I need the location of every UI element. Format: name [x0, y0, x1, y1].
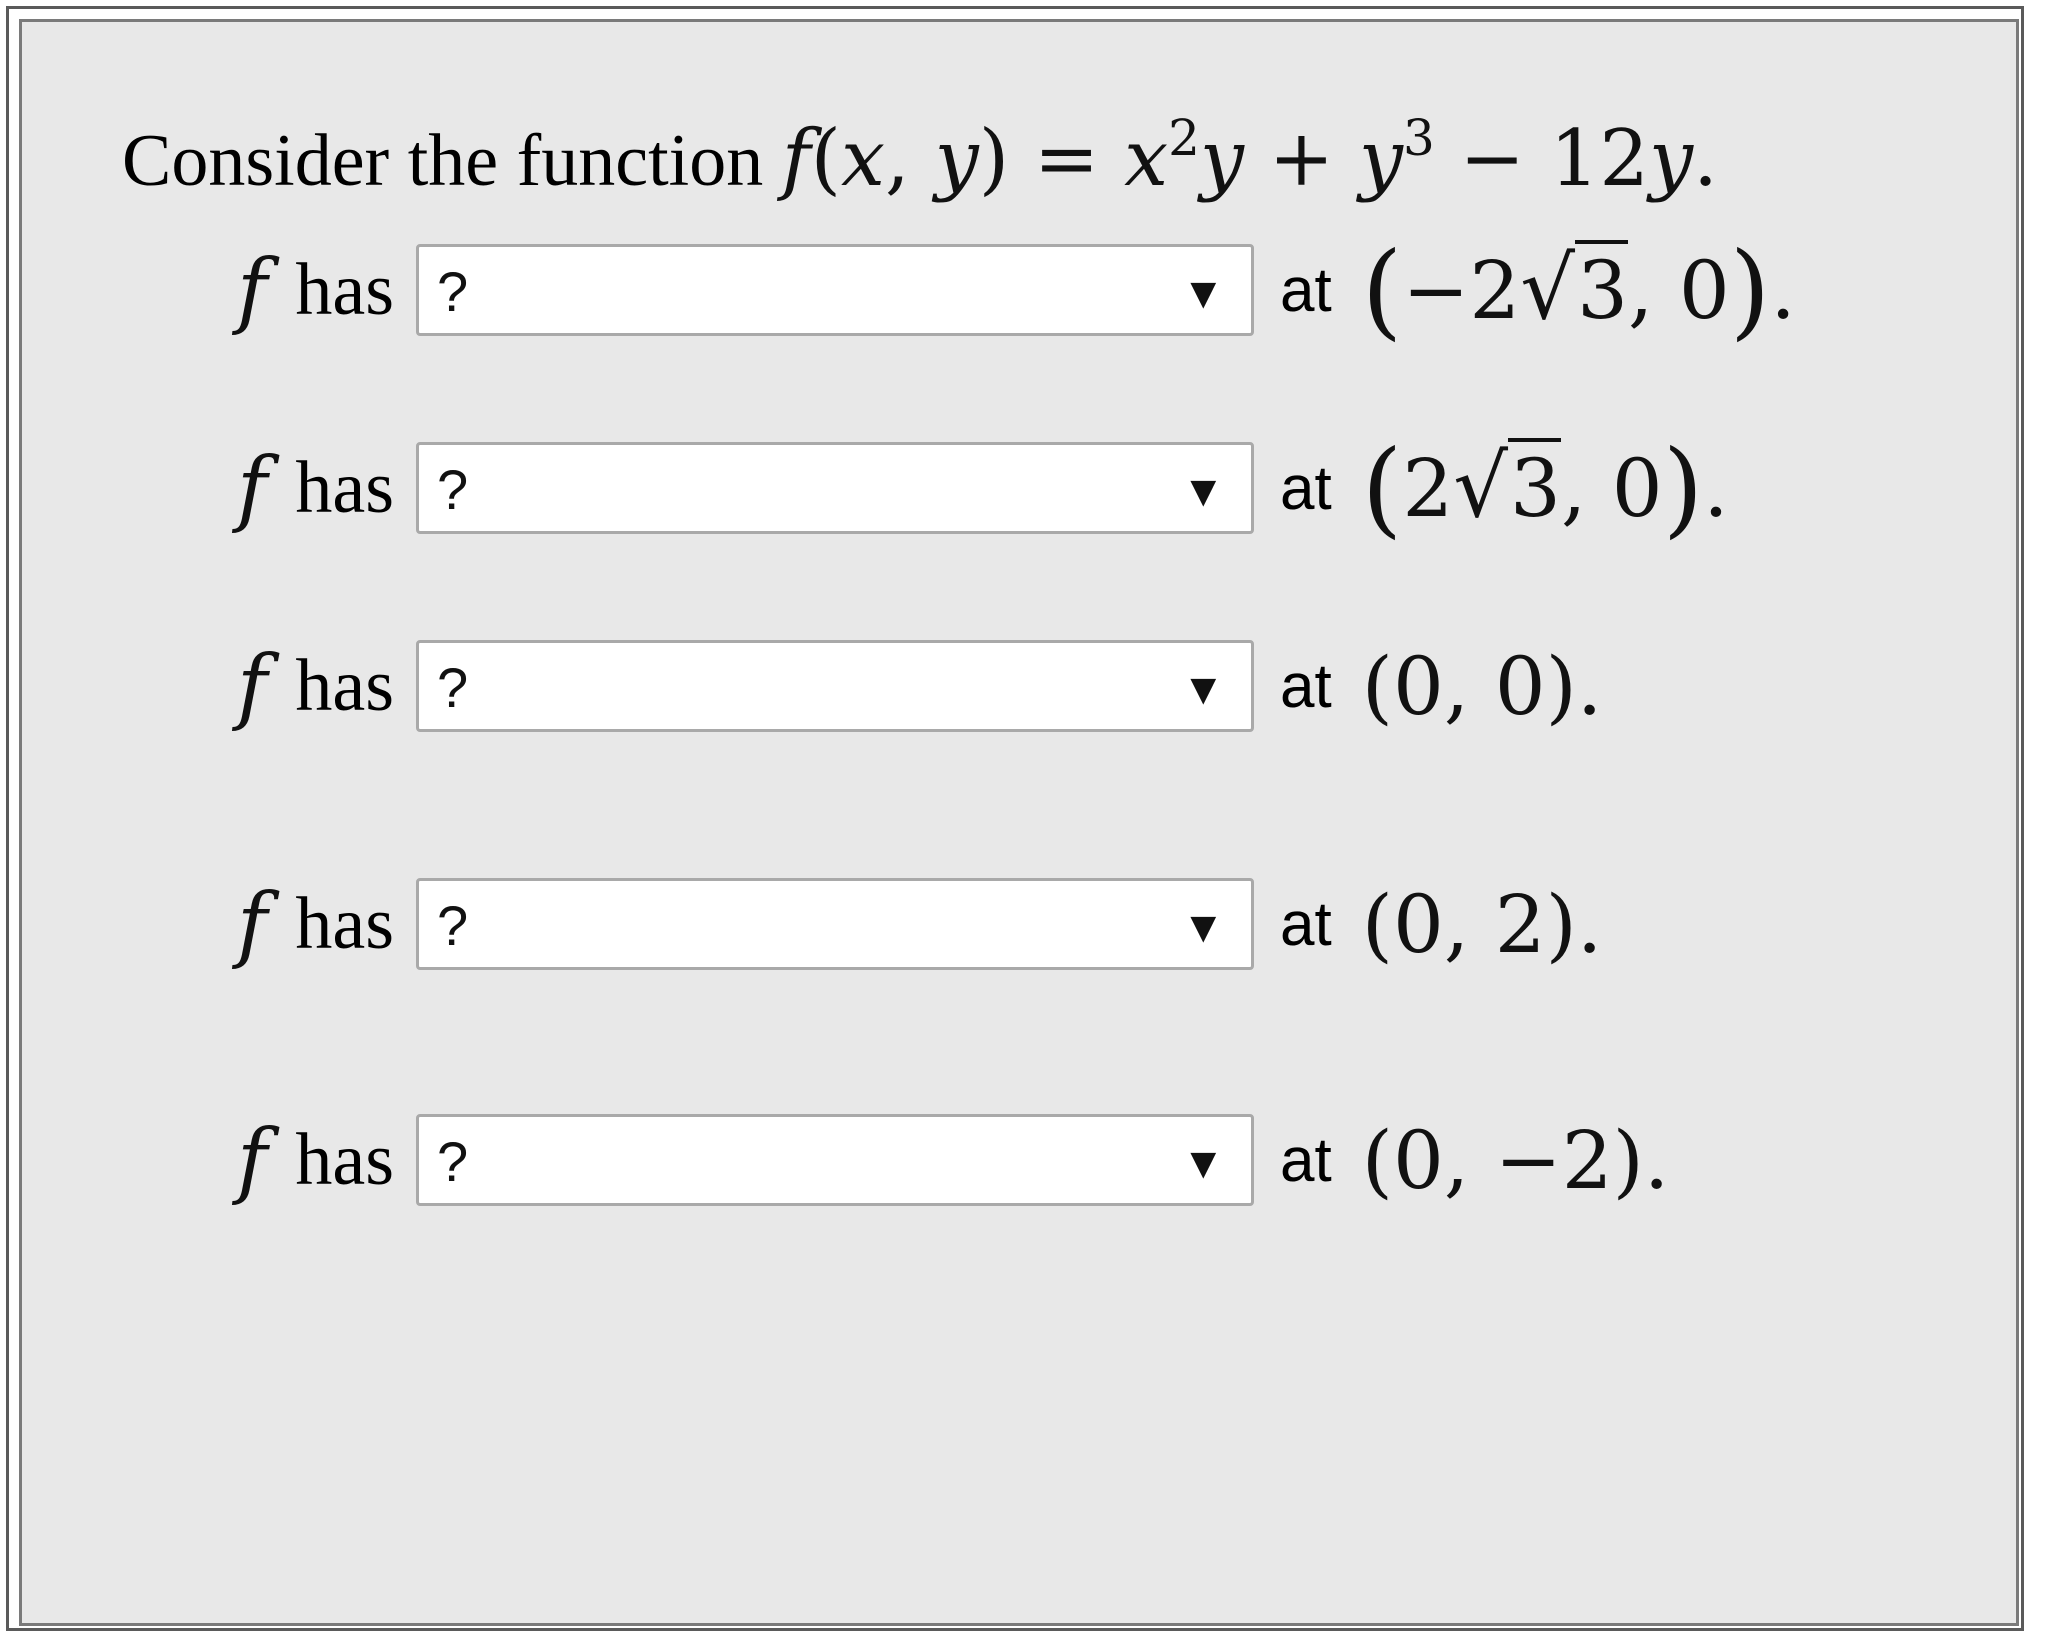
has-label: has	[295, 882, 395, 965]
at-label: at	[1280, 453, 1332, 523]
critical-point: (−2√3, 0).	[1361, 229, 1796, 351]
at-label: at	[1280, 255, 1332, 325]
select-value: ?	[437, 458, 469, 521]
has-label: has	[295, 446, 395, 529]
critical-point: (0, 0).	[1361, 639, 1603, 733]
dropdown-arrow-icon: ▼	[1181, 1139, 1226, 1188]
classification-row: f has ? ▼ at (0, −2).	[237, 1110, 1669, 1210]
at-label: at	[1280, 651, 1332, 721]
has-label: has	[295, 1118, 395, 1201]
point-type-select[interactable]: ? ▼	[416, 1114, 1255, 1206]
classification-row: f has ? ▼ at (0, 0).	[237, 636, 1602, 736]
function-expression: f(x, y) = x2y + y3 − 12y.	[781, 109, 1718, 204]
function-symbol: f	[237, 242, 268, 338]
classification-row: f has ? ▼ at (2√3, 0).	[237, 427, 1729, 549]
classification-row: f has ? ▼ at (0, 2).	[237, 874, 1602, 974]
select-value: ?	[437, 894, 469, 957]
question-prefix: Consider the function	[122, 120, 764, 202]
select-value: ?	[437, 656, 469, 719]
at-label: at	[1280, 889, 1332, 959]
dropdown-arrow-icon: ▼	[1181, 269, 1226, 318]
outer-frame: Consider the function f(x, y) = x2y + y3…	[6, 6, 2024, 1631]
has-label: has	[295, 248, 395, 331]
function-symbol: f	[237, 876, 268, 972]
question-prompt: Consider the function f(x, y) = x2y + y3…	[122, 113, 1718, 198]
dropdown-arrow-icon: ▼	[1181, 903, 1226, 952]
critical-point: (0, 2).	[1361, 877, 1603, 971]
question-panel: Consider the function f(x, y) = x2y + y3…	[19, 19, 2019, 1626]
critical-point: (0, −2).	[1361, 1113, 1670, 1207]
point-type-select[interactable]: ? ▼	[416, 244, 1255, 336]
function-symbol: f	[237, 440, 268, 536]
dropdown-arrow-icon: ▼	[1181, 665, 1226, 714]
classification-row: f has ? ▼ at (−2√3, 0).	[237, 229, 1796, 351]
point-type-select[interactable]: ? ▼	[416, 878, 1255, 970]
select-value: ?	[437, 1130, 469, 1193]
point-type-select[interactable]: ? ▼	[416, 640, 1255, 732]
function-symbol: f	[237, 638, 268, 734]
has-label: has	[295, 644, 395, 727]
function-symbol: f	[237, 1112, 268, 1208]
point-type-select[interactable]: ? ▼	[416, 442, 1255, 534]
dropdown-arrow-icon: ▼	[1181, 467, 1226, 516]
at-label: at	[1280, 1125, 1332, 1195]
select-value: ?	[437, 260, 469, 323]
critical-point: (2√3, 0).	[1361, 427, 1729, 549]
